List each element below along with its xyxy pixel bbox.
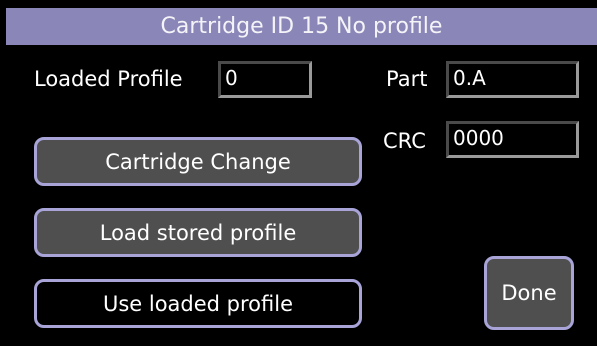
crc-field[interactable]: 0000 [446, 121, 579, 158]
part-field[interactable]: 0.A [446, 61, 579, 98]
screen-title: Cartridge ID 15 No profile [6, 8, 597, 45]
cartridge-change-button[interactable]: Cartridge Change [34, 137, 362, 186]
load-stored-profile-button[interactable]: Load stored profile [34, 208, 362, 257]
part-label: Part [386, 67, 428, 91]
loaded-profile-label: Loaded Profile [34, 67, 183, 91]
loaded-profile-field[interactable]: 0 [218, 61, 312, 98]
crc-label: CRC [383, 129, 426, 153]
done-button[interactable]: Done [484, 256, 574, 330]
use-loaded-profile-button[interactable]: Use loaded profile [34, 279, 362, 328]
